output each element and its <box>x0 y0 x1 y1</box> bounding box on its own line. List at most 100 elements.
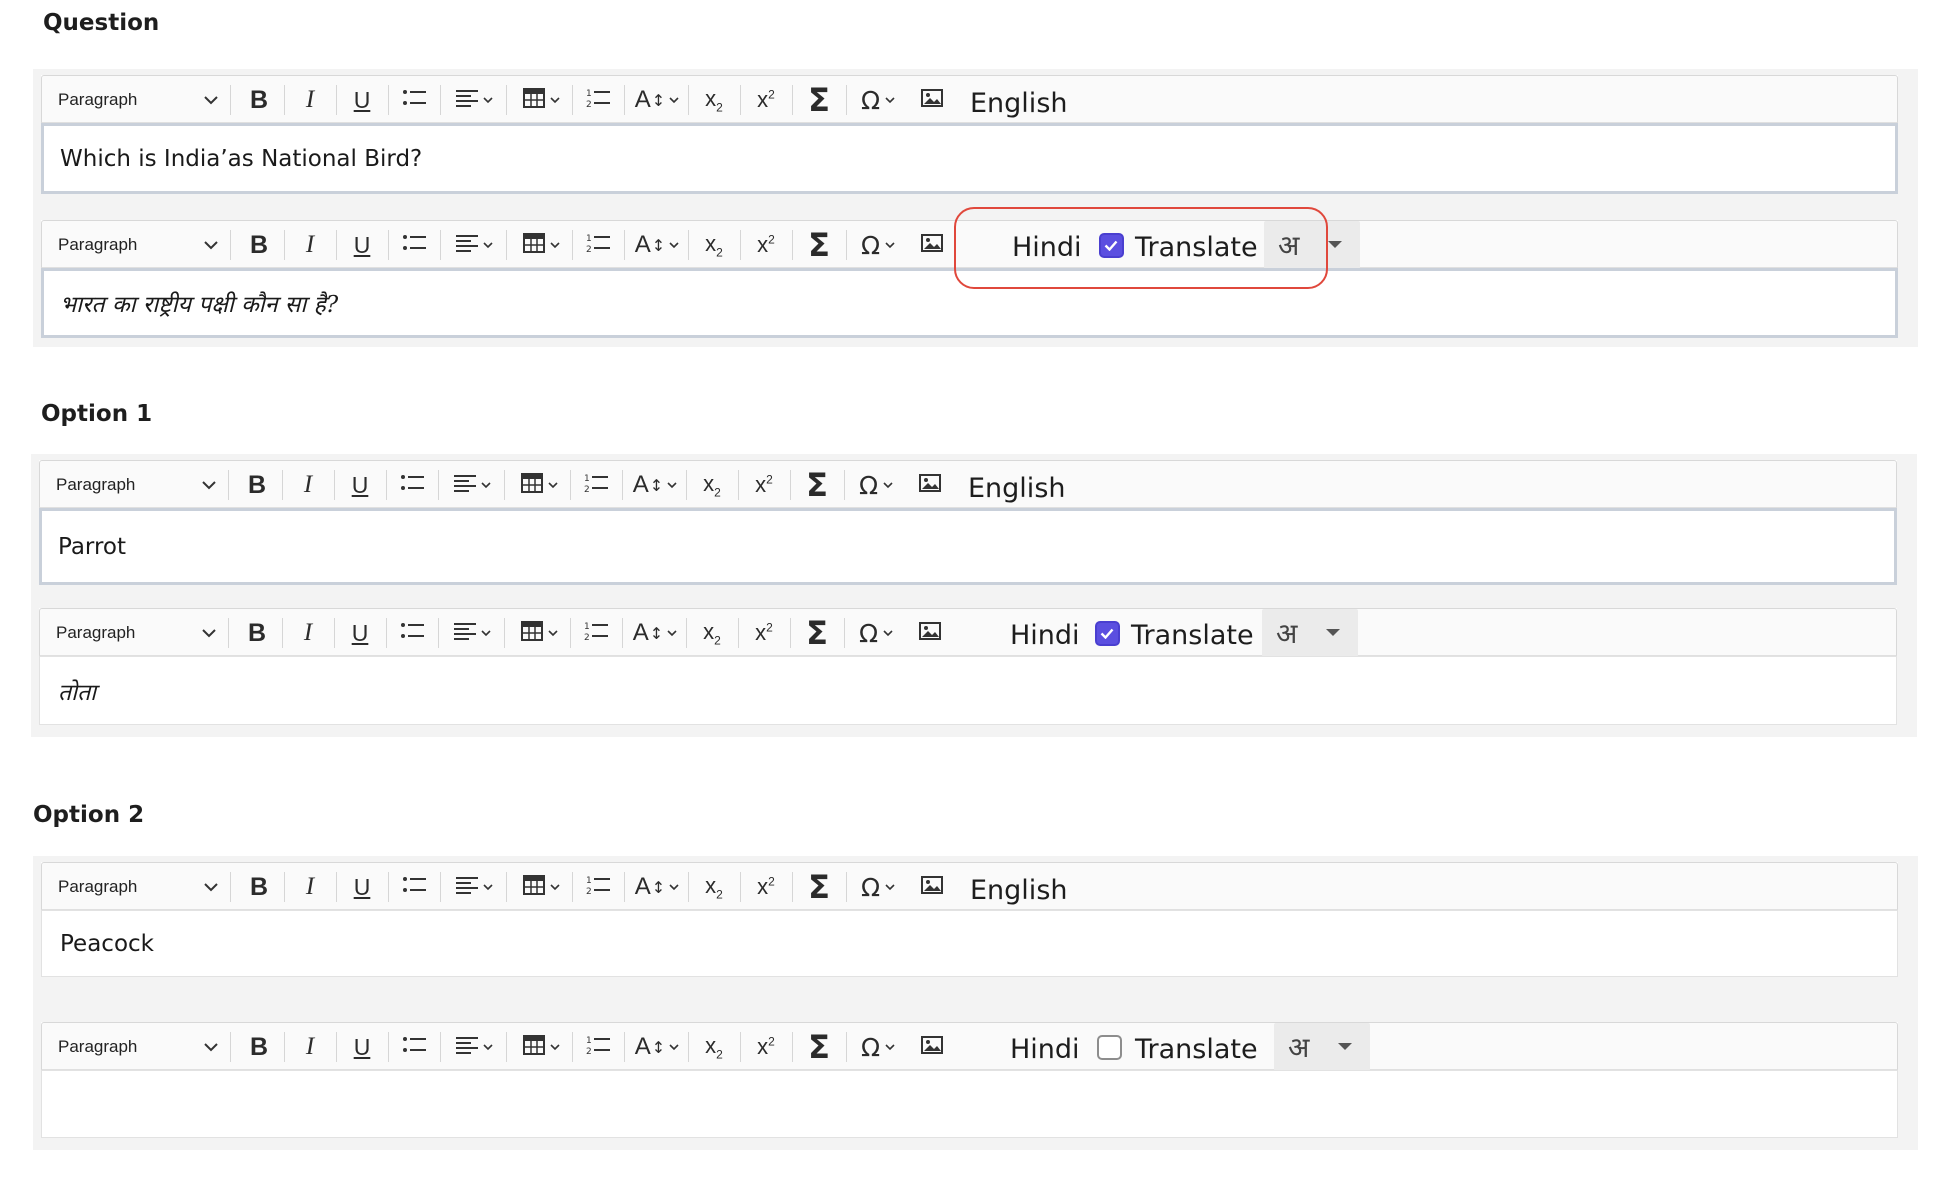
insert-table-dropdown[interactable] <box>510 461 568 509</box>
numbered-list-button[interactable]: 12 <box>576 863 620 911</box>
paragraph-format-dropdown[interactable]: Paragraph <box>58 76 218 124</box>
editor-content-option2-en[interactable]: Peacock <box>41 910 1898 977</box>
paragraph-format-dropdown[interactable]: Paragraph <box>58 863 218 911</box>
subscript-button[interactable]: x2 <box>692 221 736 269</box>
italic-button[interactable]: I <box>286 609 330 657</box>
alignment-dropdown[interactable] <box>446 863 502 911</box>
font-size-dropdown[interactable]: A ↕ <box>628 1023 686 1071</box>
bulleted-list-button[interactable] <box>392 1023 436 1071</box>
math-equation-button[interactable]: Σ <box>796 1023 842 1071</box>
subscript-button[interactable]: x2 <box>692 1023 736 1071</box>
bold-button[interactable]: B <box>238 76 280 124</box>
math-equation-button[interactable]: Σ <box>796 863 842 911</box>
special-characters-dropdown[interactable]: Ω <box>850 221 906 269</box>
numbered-list-button[interactable]: 12 <box>574 461 618 509</box>
bulleted-list-button[interactable] <box>390 461 434 509</box>
paragraph-format-dropdown[interactable]: Paragraph <box>58 1023 218 1071</box>
editor-content-question-en[interactable]: Which is India’as National Bird? <box>41 123 1898 194</box>
underline-button[interactable]: U <box>340 76 384 124</box>
italic-button[interactable]: I <box>286 461 330 509</box>
insert-image-button[interactable] <box>910 461 950 509</box>
insert-table-dropdown[interactable] <box>512 863 570 911</box>
underline-button[interactable]: U <box>340 1023 384 1071</box>
underline-button[interactable]: U <box>340 221 384 269</box>
italic-button[interactable]: I <box>288 221 332 269</box>
insert-table-dropdown[interactable] <box>510 609 568 657</box>
insert-image-button[interactable] <box>912 221 952 269</box>
superscript-button[interactable]: x2 <box>744 76 788 124</box>
insert-table-dropdown[interactable] <box>512 221 570 269</box>
alignment-dropdown[interactable] <box>444 609 500 657</box>
special-characters-dropdown[interactable]: Ω <box>848 609 904 657</box>
italic-button[interactable]: I <box>288 863 332 911</box>
alignment-dropdown[interactable] <box>446 221 502 269</box>
subscript-button[interactable]: x2 <box>690 461 734 509</box>
insert-table-dropdown[interactable] <box>512 76 570 124</box>
bold-button[interactable]: B <box>236 461 278 509</box>
bulleted-list-button[interactable] <box>390 609 434 657</box>
superscript-button[interactable]: x2 <box>742 461 786 509</box>
special-characters-dropdown[interactable]: Ω <box>850 863 906 911</box>
numbered-list-button[interactable]: 12 <box>574 609 618 657</box>
font-size-dropdown[interactable]: A ↕ <box>626 461 684 509</box>
superscript-button[interactable]: x2 <box>744 1023 788 1071</box>
insert-image-button[interactable] <box>910 609 950 657</box>
alignment-dropdown[interactable] <box>446 76 502 124</box>
bold-button[interactable]: B <box>238 863 280 911</box>
subscript-button[interactable]: x2 <box>690 609 734 657</box>
numbered-list-button[interactable]: 12 <box>576 221 620 269</box>
special-characters-dropdown[interactable]: Ω <box>848 461 904 509</box>
insert-image-button[interactable] <box>912 76 952 124</box>
toolbar-separator <box>386 618 387 648</box>
font-size-dropdown[interactable]: A ↕ <box>626 609 684 657</box>
numbered-list-button[interactable]: 12 <box>576 1023 620 1071</box>
translate-label[interactable]: Translate <box>1131 611 1254 659</box>
subscript-base: x <box>703 618 715 644</box>
font-size-dropdown[interactable]: A ↕ <box>628 76 686 124</box>
font-size-dropdown[interactable]: A ↕ <box>628 863 686 911</box>
editor-content-option1-en[interactable]: Parrot <box>39 508 1897 585</box>
font-size-dropdown[interactable]: A ↕ <box>628 221 686 269</box>
math-equation-button[interactable]: Σ <box>794 609 840 657</box>
bold-button[interactable]: B <box>238 1023 280 1071</box>
insert-image-button[interactable] <box>912 863 952 911</box>
chevron-down-icon <box>482 883 493 891</box>
toolbar-separator <box>740 230 741 260</box>
underline-button[interactable]: U <box>338 461 382 509</box>
editor-content-option2-hi[interactable] <box>41 1070 1898 1138</box>
input-method-dropdown[interactable]: अ <box>1274 1023 1370 1071</box>
translate-checkbox[interactable] <box>1092 609 1122 657</box>
special-characters-dropdown[interactable]: Ω <box>850 76 906 124</box>
paragraph-format-dropdown[interactable]: Paragraph <box>56 609 216 657</box>
underline-button[interactable]: U <box>340 863 384 911</box>
translate-checkbox[interactable] <box>1094 1023 1124 1071</box>
superscript-button[interactable]: x2 <box>742 609 786 657</box>
superscript-button[interactable]: x2 <box>744 863 788 911</box>
insert-image-button[interactable] <box>912 1023 952 1071</box>
subscript-button[interactable]: x2 <box>692 863 736 911</box>
subscript-button[interactable]: x2 <box>692 76 736 124</box>
alignment-dropdown[interactable] <box>444 461 500 509</box>
math-equation-button[interactable]: Σ <box>796 221 842 269</box>
math-equation-button[interactable]: Σ <box>796 76 842 124</box>
italic-button[interactable]: I <box>288 76 332 124</box>
bulleted-list-button[interactable] <box>392 76 436 124</box>
special-characters-dropdown[interactable]: Ω <box>850 1023 906 1071</box>
translate-label[interactable]: Translate <box>1135 1025 1258 1073</box>
math-equation-button[interactable]: Σ <box>794 461 840 509</box>
superscript-button[interactable]: x2 <box>744 221 788 269</box>
paragraph-format-dropdown[interactable]: Paragraph <box>56 461 216 509</box>
alignment-dropdown[interactable] <box>446 1023 502 1071</box>
bulleted-list-button[interactable] <box>392 863 436 911</box>
bold-button[interactable]: B <box>238 221 280 269</box>
bulleted-list-button[interactable] <box>392 221 436 269</box>
insert-table-dropdown[interactable] <box>512 1023 570 1071</box>
numbered-list-button[interactable]: 12 <box>576 76 620 124</box>
italic-button[interactable]: I <box>288 1023 332 1071</box>
input-method-dropdown[interactable]: अ <box>1262 609 1358 657</box>
editor-content-option1-hi[interactable]: तोता <box>39 656 1897 725</box>
paragraph-format-dropdown[interactable]: Paragraph <box>58 221 218 269</box>
bold-button[interactable]: B <box>236 609 278 657</box>
underline-button[interactable]: U <box>338 609 382 657</box>
underline-icon: U <box>353 873 371 900</box>
